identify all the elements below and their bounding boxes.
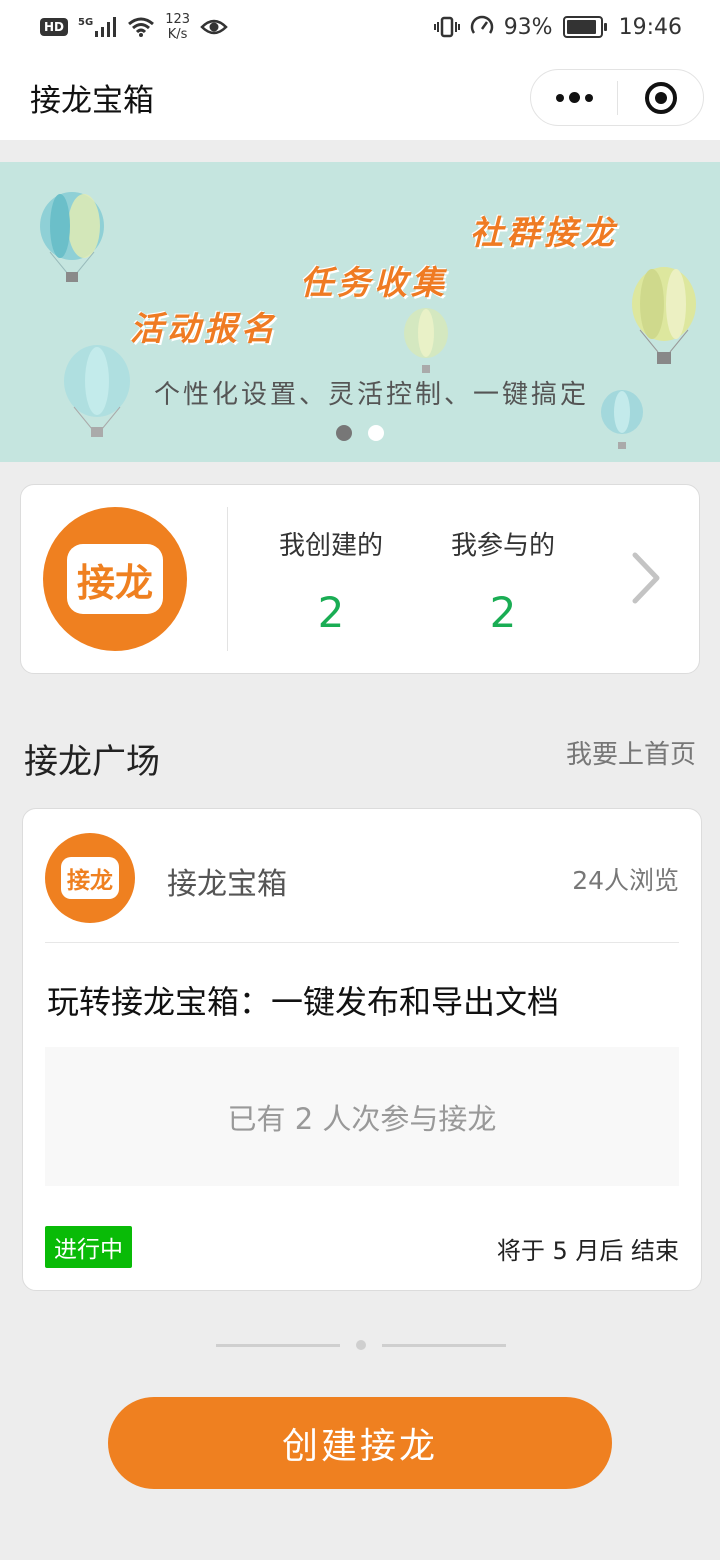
close-target-icon	[644, 81, 677, 114]
more-button[interactable]	[531, 70, 617, 125]
card-divider	[45, 942, 679, 943]
my-jielong-card[interactable]: 接龙 我创建的 2 我参与的 2	[20, 484, 700, 674]
pager-line	[382, 1343, 506, 1347]
status-right: 93% 19:46	[433, 14, 682, 40]
jielong-title: 玩转接龙宝箱：一键发布和导出文档	[47, 983, 560, 1021]
list-pager	[216, 1340, 506, 1350]
battery-fill	[566, 20, 597, 34]
create-jielong-button[interactable]: 创建接龙	[108, 1397, 612, 1489]
banner-headline-community: 社群接龙	[470, 213, 618, 252]
clock: 19:46	[618, 14, 682, 40]
battery-percent: 93%	[503, 14, 553, 40]
banner-headline-task: 任务收集	[300, 263, 448, 302]
created-label: 我创建的	[278, 531, 383, 561]
nav-bar: 接龙宝箱	[0, 54, 720, 140]
balloon-icon	[601, 390, 643, 449]
card-divider	[227, 507, 228, 651]
plaza-card[interactable]: 接龙 接龙宝箱 24人浏览 玩转接龙宝箱：一键发布和导出文档 已有 2 人次参与…	[22, 808, 702, 1291]
more-dot-icon	[584, 93, 593, 102]
balloon-icon	[404, 308, 448, 373]
speedometer-icon	[470, 15, 493, 34]
mini-program-page: HD 5G 123 K/s 93% 19:46 接龙宝箱 社群接龙 任务收集 活…	[0, 0, 720, 1560]
participation-box: 已有 2 人次参与接龙	[45, 1047, 679, 1186]
author-name: 接龙宝箱	[167, 867, 287, 902]
app-logo-text: 接龙	[67, 544, 163, 614]
banner-dot[interactable]	[368, 425, 384, 441]
pager-line	[216, 1343, 340, 1347]
wifi-icon	[128, 17, 155, 37]
signal-icon: 5G	[78, 17, 117, 37]
more-dot-icon	[555, 93, 564, 102]
view-count: 24人浏览	[572, 866, 679, 895]
status-badge: 进行中	[45, 1226, 132, 1268]
plaza-title: 接龙广场	[24, 742, 160, 782]
end-time: 将于 5 月后 结束	[496, 1237, 679, 1265]
network-type: 5G	[78, 17, 94, 28]
banner-dot-active[interactable]	[336, 425, 352, 441]
author-avatar: 接龙	[45, 833, 135, 923]
status-bar: HD 5G 123 K/s 93% 19:46	[0, 0, 720, 54]
banner-indicator	[336, 425, 384, 441]
vibrate-icon	[433, 16, 460, 38]
eye-icon	[200, 19, 228, 35]
more-dot-icon	[568, 92, 580, 103]
network-speed: 123 K/s	[165, 12, 190, 42]
speed-unit: K/s	[167, 27, 188, 42]
go-homepage-link[interactable]: 我要上首页	[566, 734, 696, 771]
page-title: 接龙宝箱	[30, 82, 154, 119]
banner-carousel[interactable]: 社群接龙 任务收集 活动报名 个性化设置、灵活控制、一键搞定	[0, 162, 720, 462]
balloon-icon	[632, 267, 696, 364]
balloon-icon	[64, 345, 130, 437]
created-count: 2	[317, 588, 345, 637]
chevron-right-icon[interactable]	[625, 551, 665, 605]
pager-dot	[356, 1340, 366, 1350]
close-mini-program-button[interactable]	[618, 70, 703, 125]
banner-headline-event: 活动报名	[130, 309, 278, 348]
joined-label: 我参与的	[450, 531, 555, 561]
speed-value: 123	[165, 12, 191, 27]
author-avatar-text: 接龙	[61, 857, 119, 899]
banner-slogan: 个性化设置、灵活控制、一键搞定	[154, 380, 590, 410]
app-logo: 接龙	[43, 507, 187, 651]
battery-icon	[562, 16, 607, 38]
hd-icon: HD	[40, 18, 69, 36]
status-left: HD 5G 123 K/s	[40, 12, 228, 42]
balloon-icon	[40, 192, 104, 282]
joined-count: 2	[489, 588, 517, 637]
joined-stat[interactable]: 我参与的 2	[433, 525, 573, 637]
capsule-menu	[530, 69, 704, 126]
created-stat[interactable]: 我创建的 2	[261, 525, 401, 637]
